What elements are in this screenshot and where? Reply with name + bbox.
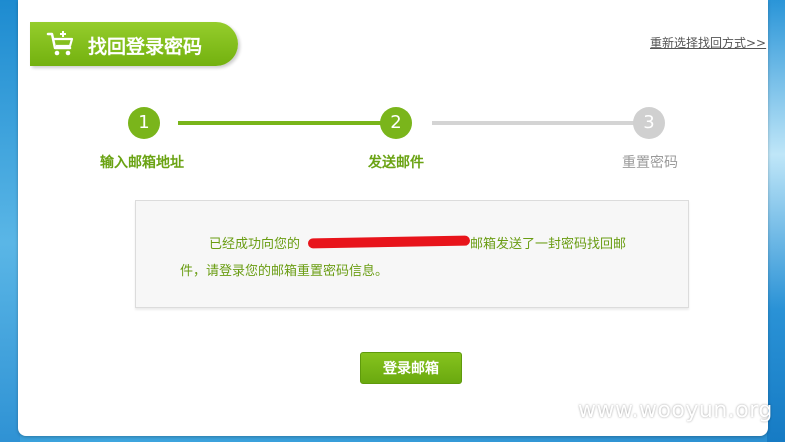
shopping-cart-icon (46, 31, 74, 56)
status-message-box: 已经成功向您的 邮箱发送了一封密码找回邮 件，请登录您的邮箱重置密码信息。 (135, 200, 689, 308)
progress-line-pending (432, 121, 654, 125)
background-right (767, 0, 785, 442)
step-2-label: 发送邮件 (368, 155, 424, 171)
page-title: 找回登录密码 (88, 36, 203, 58)
reselect-method-link[interactable]: 重新选择找回方式>> (650, 34, 766, 51)
background-left (0, 0, 20, 442)
login-mailbox-button[interactable]: 登录邮箱 (360, 352, 462, 384)
recovery-panel: 找回登录密码 重新选择找回方式>> 1 2 3 输入邮箱地址 发送邮件 重置密码… (18, 0, 768, 436)
step-3-label: 重置密码 (622, 155, 678, 171)
progress-line-completed (178, 121, 400, 125)
step-1-circle: 1 (128, 107, 160, 139)
message-line1-suffix: 邮箱发送了一封密码找回邮 (470, 237, 627, 252)
redacted-email-mark (307, 235, 471, 249)
watermark-text: www.wooyun.org (578, 398, 773, 423)
step-1-label: 输入邮箱地址 (100, 155, 184, 171)
step-3-circle: 3 (633, 107, 665, 139)
message-line1-prefix: 已经成功向您的 (209, 237, 301, 252)
step-2-circle: 2 (380, 107, 412, 139)
message-line2: 件，请登录您的邮箱重置密码信息。 (180, 264, 389, 279)
title-tab: 找回登录密码 (30, 22, 238, 66)
